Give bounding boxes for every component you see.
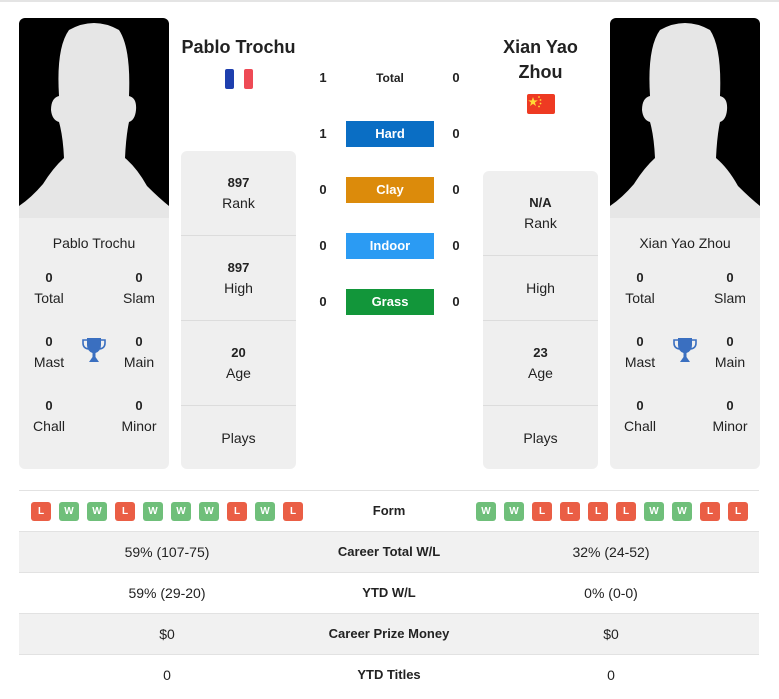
form-win-badge: W — [199, 502, 219, 521]
player-silhouette-icon — [610, 23, 760, 218]
stat-age: 23 Age — [483, 321, 598, 406]
stat-high: High — [483, 256, 598, 321]
player2-stats: N/A Rank High 23 Age Plays — [483, 171, 598, 469]
stat-rank: 897 Rank — [181, 151, 296, 236]
titles-main: 0 Main — [123, 334, 155, 370]
france-flag-icon — [225, 69, 253, 89]
player2-photo — [610, 18, 760, 218]
titles-total: 0 Total — [34, 270, 64, 306]
h2h-row-total: 1 Total 0 — [300, 65, 480, 91]
player-silhouette-icon — [19, 23, 169, 218]
comparison-table: LWWLWWWLWL Form WWLLLLWWLL 59% (107-75) … — [19, 490, 759, 695]
stat-plays: Plays — [523, 429, 558, 446]
form-win-badge: W — [672, 502, 692, 521]
form-loss-badge: L — [31, 502, 51, 521]
player1-card-name: Pablo Trochu — [52, 235, 136, 251]
top-divider — [0, 0, 779, 2]
form-loss-badge: L — [227, 502, 247, 521]
titles-mast: 0 Mast — [624, 334, 656, 370]
player1-stats: 897 Rank 897 High 20 Age Plays — [181, 151, 296, 469]
china-flag-icon — [527, 94, 555, 114]
surface-hard-badge[interactable]: Hard — [346, 121, 434, 147]
form-loss-badge: L — [700, 502, 720, 521]
table-row: 59% (107-75) Career Total W/L 32% (24-52… — [19, 531, 759, 572]
form-loss-badge: L — [115, 502, 135, 521]
player2-name[interactable]: Xian Yao Zhou — [483, 35, 598, 85]
titles-slam: 0 Slam — [123, 270, 155, 306]
form-loss-badge: L — [560, 502, 580, 521]
titles-chall: 0 Chall — [624, 398, 656, 434]
player2-titles: 0 Total 0 Slam 0 Mast 0 Main 0 Chall 0 M… — [610, 268, 760, 458]
form-win-badge: W — [171, 502, 191, 521]
surface-indoor-badge[interactable]: Indoor — [346, 233, 434, 259]
form-loss-badge: L — [588, 502, 608, 521]
titles-mast: 0 Mast — [33, 334, 65, 370]
player2-form: WWLLLLWWLL — [476, 502, 748, 521]
h2h-row-indoor: 0 Indoor 0 — [300, 233, 480, 259]
form-loss-badge: L — [728, 502, 748, 521]
form-loss-badge: L — [532, 502, 552, 521]
player2-card: Xian Yao Zhou 0 Total 0 Slam 0 Mast 0 Ma… — [610, 18, 760, 469]
trophy-icon — [82, 338, 106, 362]
form-loss-badge: L — [616, 502, 636, 521]
stat-high: 897 High — [181, 236, 296, 321]
form-loss-badge: L — [283, 502, 303, 521]
titles-chall: 0 Chall — [33, 398, 65, 434]
player1-titles: 0 Total 0 Slam 0 Mast 0 Main 0 Chall 0 M… — [19, 268, 169, 458]
trophy-icon — [673, 338, 697, 362]
form-label: Form — [372, 503, 406, 518]
titles-slam: 0 Slam — [714, 270, 746, 306]
titles-minor: 0 Minor — [121, 398, 157, 434]
form-win-badge: W — [87, 502, 107, 521]
table-row: $0 Career Prize Money $0 — [19, 613, 759, 654]
player2-card-name: Xian Yao Zhou — [639, 235, 731, 251]
titles-minor: 0 Minor — [712, 398, 748, 434]
player1-name[interactable]: Pablo Trochu — [176, 35, 301, 60]
surface-total-label: Total — [376, 71, 404, 85]
h2h-row-grass: 0 Grass 0 — [300, 289, 480, 315]
h2h-row-clay: 0 Clay 0 — [300, 177, 480, 203]
stat-rank: N/A Rank — [483, 171, 598, 256]
titles-total: 0 Total — [625, 270, 655, 306]
surface-grass-badge[interactable]: Grass — [346, 289, 434, 315]
stat-plays: Plays — [221, 429, 256, 446]
form-win-badge: W — [255, 502, 275, 521]
player1-form: LWWLWWWLWL — [31, 502, 303, 521]
stat-age: 20 Age — [181, 321, 296, 406]
table-row: 59% (29-20) YTD W/L 0% (0-0) — [19, 572, 759, 613]
player1-photo — [19, 18, 169, 218]
form-win-badge: W — [644, 502, 664, 521]
player1-card: Pablo Trochu 0 Total 0 Slam 0 Mast 0 Mai… — [19, 18, 169, 469]
form-row: LWWLWWWLWL Form WWLLLLWWLL — [19, 490, 759, 531]
titles-main: 0 Main — [714, 334, 746, 370]
form-win-badge: W — [476, 502, 496, 521]
surface-clay-badge[interactable]: Clay — [346, 177, 434, 203]
table-row: 0 YTD Titles 0 — [19, 654, 759, 695]
form-win-badge: W — [59, 502, 79, 521]
form-win-badge: W — [143, 502, 163, 521]
form-win-badge: W — [504, 502, 524, 521]
h2h-row-hard: 1 Hard 0 — [300, 121, 480, 147]
